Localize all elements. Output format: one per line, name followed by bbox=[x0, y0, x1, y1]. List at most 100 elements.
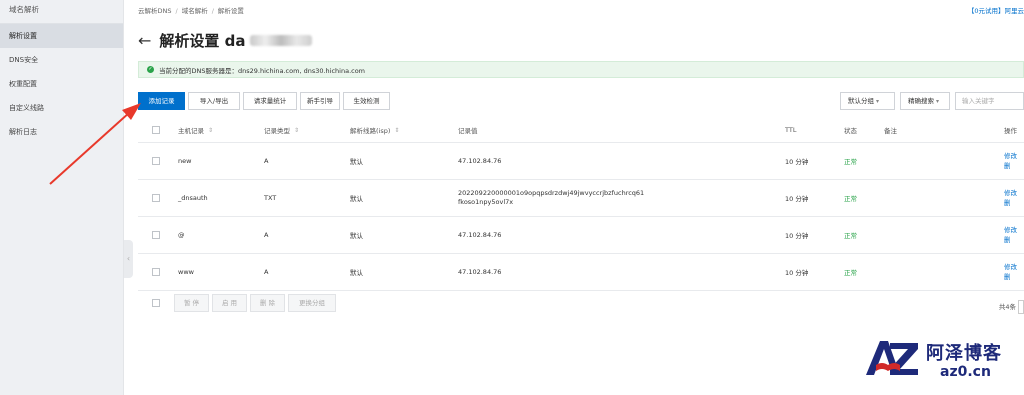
effect-check-button[interactable]: 生效检测 bbox=[343, 92, 390, 110]
type-cell: A bbox=[264, 231, 269, 239]
table-footer: 暂 停 启 用 删 除 更换分组 共4条 bbox=[138, 292, 1024, 314]
edit-link[interactable]: 修改 bbox=[1004, 225, 1017, 235]
header-line[interactable]: 解析线路(isp) ⇕ bbox=[350, 118, 399, 142]
ttl-cell: 10 分钟 bbox=[785, 195, 809, 203]
breadcrumb-item-cloud-dns[interactable]: 云解析DNS bbox=[138, 7, 172, 15]
status-cell: 正常 bbox=[844, 195, 857, 203]
select-all-cell bbox=[152, 118, 160, 142]
sidebar: 域名解析 解析设置 DNS安全 权重配置 自定义线路 解析日志 bbox=[0, 0, 124, 395]
table-row: _dnsauth TXT 默认 202209220000001o9opqpsdr… bbox=[138, 180, 1024, 217]
row-checkbox[interactable] bbox=[152, 231, 160, 239]
check-circle-icon: ✓ bbox=[147, 66, 154, 73]
row-checkbox[interactable] bbox=[152, 268, 160, 276]
delete-link[interactable]: 删 bbox=[1004, 161, 1017, 171]
chevron-down-icon: ▾ bbox=[876, 98, 880, 105]
header-ops: 操作 bbox=[1004, 127, 1017, 135]
status-cell: 正常 bbox=[844, 232, 857, 240]
free-trial-link[interactable]: 【0元试用】阿里云 bbox=[968, 5, 1024, 15]
ops-cell: 修改删 bbox=[1004, 217, 1017, 253]
sidebar-item-dns-settings[interactable]: 解析设置 bbox=[0, 24, 123, 48]
import-export-button[interactable]: 导入/导出 bbox=[188, 92, 240, 110]
request-stats-button[interactable]: 请求量统计 bbox=[243, 92, 297, 110]
table-header-row: 主机记录 ⇕ 记录类型 ⇕ 解析线路(isp) ⇕ 记录值 TTL 状态 备注 操作 bbox=[138, 118, 1024, 143]
delete-link[interactable]: 删 bbox=[1004, 198, 1017, 208]
total-count-text: 共4条 bbox=[998, 303, 1016, 311]
footer-select-all-checkbox[interactable] bbox=[152, 299, 160, 307]
group-select[interactable]: 默认分组 ▾ bbox=[840, 92, 895, 110]
host-cell: _dnsauth bbox=[178, 194, 208, 202]
row-checkbox[interactable] bbox=[152, 194, 160, 202]
header-value: 记录值 bbox=[458, 127, 478, 135]
ttl-cell: 10 分钟 bbox=[785, 269, 809, 277]
total-count: 共4条 bbox=[999, 300, 1024, 314]
new-guide-button[interactable]: 新手引导 bbox=[300, 92, 340, 110]
row-checkbox[interactable] bbox=[152, 157, 160, 165]
value-cell: 47.102.84.76 bbox=[458, 157, 502, 165]
breadcrumb-item-current: 解析设置 bbox=[217, 7, 244, 15]
row-checkbox-cell bbox=[152, 180, 160, 216]
line-cell: 默认 bbox=[350, 269, 363, 277]
type-cell: TXT bbox=[264, 194, 277, 202]
back-arrow-icon[interactable]: ← bbox=[138, 32, 151, 49]
title-row: ← 解析设置 da bbox=[138, 30, 312, 51]
type-cell: A bbox=[264, 268, 269, 276]
header-type[interactable]: 记录类型 ⇕ bbox=[264, 118, 299, 142]
delete-link[interactable]: 删 bbox=[1004, 235, 1017, 245]
row-checkbox-cell bbox=[152, 254, 160, 290]
sidebar-title: 域名解析 bbox=[0, 0, 123, 24]
table-row: @ A 默认 47.102.84.76 10 分钟 正常 修改删 bbox=[138, 217, 1024, 254]
edit-link[interactable]: 修改 bbox=[1004, 151, 1017, 161]
header-ttl: TTL bbox=[785, 126, 797, 134]
enable-button[interactable]: 启 用 bbox=[212, 294, 247, 312]
header-remark: 备注 bbox=[884, 127, 897, 135]
line-cell: 默认 bbox=[350, 195, 363, 203]
sort-icon: ⇕ bbox=[208, 126, 214, 134]
value-cell: 47.102.84.76 bbox=[458, 231, 502, 239]
select-all-checkbox[interactable] bbox=[152, 126, 160, 134]
sidebar-item-dns-security[interactable]: DNS安全 bbox=[0, 48, 123, 72]
pause-button[interactable]: 暂 停 bbox=[174, 294, 209, 312]
sidebar-item-custom-line[interactable]: 自定义线路 bbox=[0, 96, 123, 120]
header-type-label: 记录类型 bbox=[264, 127, 290, 135]
page-title: 解析设置 da bbox=[159, 32, 246, 50]
sidebar-item-weight-config[interactable]: 权重配置 bbox=[0, 72, 123, 96]
breadcrumb-separator: / bbox=[211, 7, 214, 15]
status-cell: 正常 bbox=[844, 269, 857, 277]
page-size-select[interactable] bbox=[1018, 300, 1024, 314]
dns-record-table: 主机记录 ⇕ 记录类型 ⇕ 解析线路(isp) ⇕ 记录值 TTL 状态 备注 操作 … bbox=[138, 118, 1024, 291]
row-checkbox-cell bbox=[152, 217, 160, 253]
table-row: new A 默认 47.102.84.76 10 分钟 正常 修改删 bbox=[138, 143, 1024, 180]
header-host[interactable]: 主机记录 ⇕ bbox=[178, 118, 213, 142]
blurred-domain bbox=[249, 35, 312, 46]
change-group-button[interactable]: 更换分组 bbox=[288, 294, 336, 312]
ttl-cell: 10 分钟 bbox=[785, 232, 809, 240]
delete-link[interactable]: 删 bbox=[1004, 272, 1017, 282]
group-select-value: 默认分组 bbox=[848, 97, 874, 105]
add-record-button[interactable]: 添加记录 bbox=[138, 92, 185, 110]
watermark: 阿泽博客 az0.cn bbox=[862, 335, 1022, 385]
notice-text: 当前分配的DNS服务器是：dns29.hichina.com, dns30.hi… bbox=[159, 66, 366, 75]
chevron-down-icon: ▾ bbox=[936, 98, 940, 105]
type-cell: A bbox=[264, 157, 269, 165]
header-host-label: 主机记录 bbox=[178, 127, 204, 135]
host-cell: @ bbox=[178, 231, 185, 239]
sidebar-item-dns-log[interactable]: 解析日志 bbox=[0, 120, 123, 144]
header-line-label: 解析线路(isp) bbox=[350, 127, 391, 135]
line-cell: 默认 bbox=[350, 158, 363, 166]
ops-cell: 修改删 bbox=[1004, 180, 1017, 216]
value-line-2: fkoso1npy5ovl7x bbox=[458, 198, 514, 206]
edit-link[interactable]: 修改 bbox=[1004, 262, 1017, 272]
edit-link[interactable]: 修改 bbox=[1004, 188, 1017, 198]
value-cell: 47.102.84.76 bbox=[458, 268, 502, 276]
value-line-1: 202209220000001o9opqpsdrzdwj49jwvyccrjbz… bbox=[458, 189, 645, 197]
line-cell: 默认 bbox=[350, 232, 363, 240]
toolbar: 添加记录 导入/导出 请求量统计 新手引导 生效检测 默认分组 ▾ 精确搜索 ▾ bbox=[138, 92, 1024, 110]
breadcrumb-separator: / bbox=[175, 7, 178, 15]
az-logo-icon bbox=[866, 341, 918, 375]
search-mode-select[interactable]: 精确搜索 ▾ bbox=[900, 92, 950, 110]
watermark-en-text: az0.cn bbox=[940, 364, 991, 380]
breadcrumb-item-domain[interactable]: 域名解析 bbox=[182, 7, 208, 15]
search-input[interactable] bbox=[955, 92, 1024, 110]
delete-button[interactable]: 删 除 bbox=[250, 294, 285, 312]
value-cell: 202209220000001o9opqpsdrzdwj49jwvyccrjbz… bbox=[458, 180, 644, 216]
